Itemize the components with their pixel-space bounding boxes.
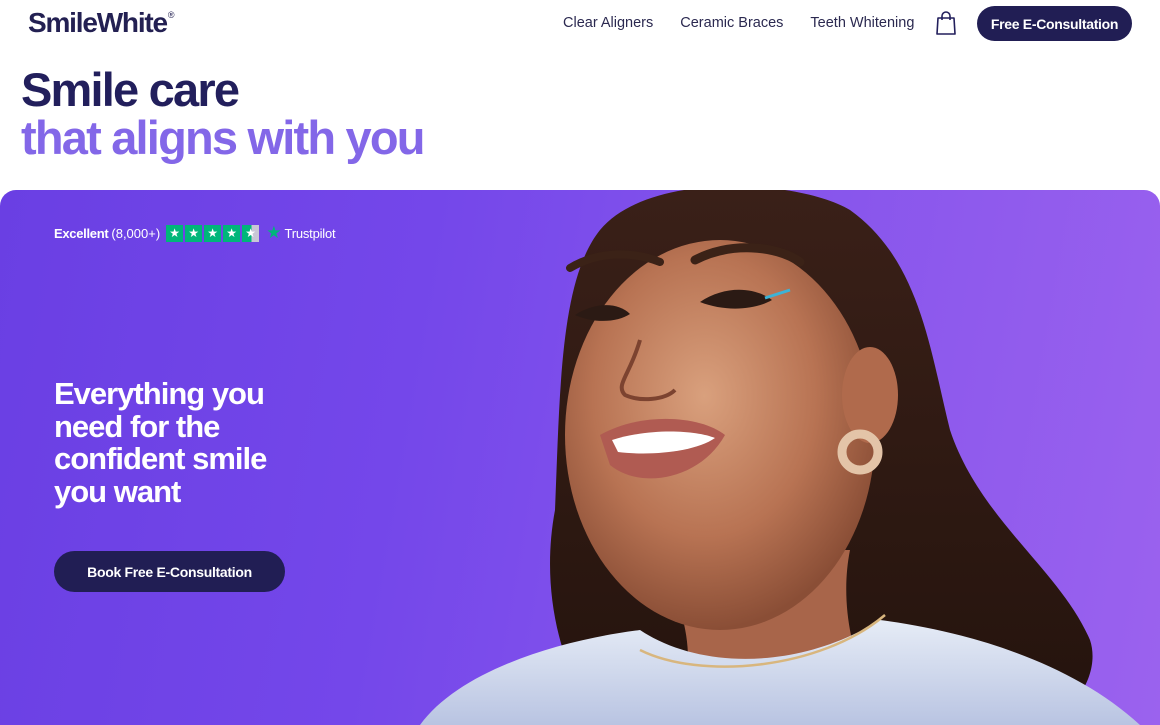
star-icon: ★ xyxy=(204,224,222,242)
shopping-bag-icon[interactable] xyxy=(935,10,957,36)
trustpilot-star-icon: ★ xyxy=(266,223,282,242)
star-icon: ★ xyxy=(166,224,184,242)
hero-title: Everything you need for the confident sm… xyxy=(54,376,267,509)
trustpilot-rating[interactable]: Excellent (8,000+) ★ ★ ★ ★ ★ ★ Trustpilo… xyxy=(54,223,336,243)
headline-line-1: Smile care xyxy=(21,63,240,116)
half-star-icon: ★ xyxy=(242,224,260,242)
rating-stars: ★ ★ ★ ★ ★ xyxy=(166,224,260,242)
trustpilot-name: Trustpilot xyxy=(284,225,336,241)
rating-label: Excellent xyxy=(54,225,109,241)
brand-name: SmileWhite xyxy=(28,7,168,38)
nav-link-clear-aligners[interactable]: Clear Aligners xyxy=(563,15,653,31)
book-consultation-button[interactable]: Book Free E-Consultation xyxy=(54,551,285,592)
brand-logo[interactable]: SmileWhite ® xyxy=(28,7,175,39)
free-consultation-button[interactable]: Free E-Consultation xyxy=(977,6,1132,41)
nav-link-teeth-whitening[interactable]: Teeth Whitening xyxy=(810,15,914,31)
site-header: SmileWhite ® Clear Aligners Ceramic Brace… xyxy=(0,0,1160,48)
hero-banner: Excellent (8,000+) ★ ★ ★ ★ ★ ★ Trustpilo… xyxy=(0,190,1160,725)
star-icon: ★ xyxy=(185,224,203,242)
review-count: (8,000+) xyxy=(111,225,161,241)
page-headline: Smile care that aligns with you xyxy=(21,63,425,164)
star-icon: ★ xyxy=(223,224,241,242)
registered-mark: ® xyxy=(167,10,175,20)
main-nav: Clear Aligners Ceramic Braces Teeth Whit… xyxy=(563,15,914,31)
headline-line-2: that aligns with you xyxy=(21,111,425,164)
nav-link-ceramic-braces[interactable]: Ceramic Braces xyxy=(680,15,783,31)
